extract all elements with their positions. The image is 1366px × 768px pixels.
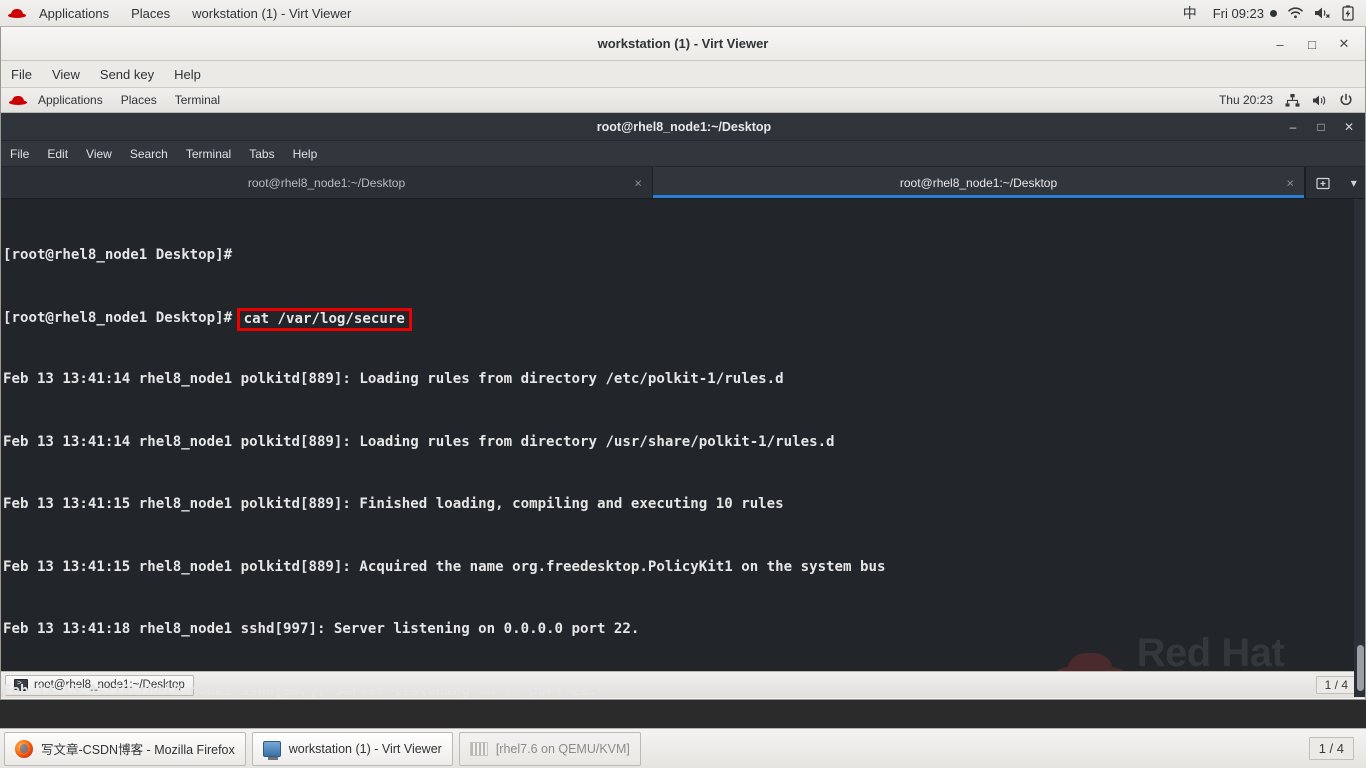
close-button[interactable]: ✕	[1329, 31, 1359, 57]
host-clock[interactable]: Fri 09:23	[1213, 6, 1277, 21]
terminal-minimize-button[interactable]: –	[1279, 115, 1307, 139]
host-task-firefox-label: 写文章-CSDN博客 - Mozilla Firefox	[41, 743, 235, 757]
guest-panel-status-area: Thu 20:23	[1219, 93, 1365, 107]
firefox-icon	[15, 739, 33, 758]
host-taskbar: 写文章-CSDN博客 - Mozilla Firefox workstation…	[0, 728, 1366, 768]
terminal-line: Feb 13 13:41:14 rhel8_node1 polkitd[889]…	[3, 371, 784, 388]
guest-desktop: Applications Places Terminal Thu 20:23 r	[1, 88, 1365, 698]
terminal-tab-2[interactable]: root@rhel8_node1:~/Desktop ×	[653, 167, 1305, 198]
terminal-tab-2-label: root@rhel8_node1:~/Desktop	[899, 175, 1058, 190]
volume-icon[interactable]	[1312, 94, 1327, 107]
vm-icon	[469, 741, 488, 756]
host-task-vm[interactable]: [rhel7.6 on QEMU/KVM]	[458, 731, 641, 766]
virt-viewer-window-controls: – □ ✕	[1265, 27, 1359, 61]
virt-viewer-window: workstation (1) - Virt Viewer – □ ✕ File…	[0, 27, 1366, 700]
highlighted-command: cat /var/log/secure	[236, 307, 412, 331]
terminal-tab-1-close-icon[interactable]: ×	[634, 175, 642, 190]
terminal-text-content: [root@rhel8_node1 Desktop]# [root@rhel8_…	[1, 199, 1365, 697]
terminal-maximize-button[interactable]: □	[1307, 115, 1335, 139]
terminal-menu-terminal[interactable]: Terminal	[177, 141, 240, 167]
host-task-virt-viewer[interactable]: workstation (1) - Virt Viewer	[251, 731, 453, 766]
new-tab-icon[interactable]	[1316, 176, 1330, 190]
terminal-scrollbar-thumb[interactable]	[1357, 645, 1364, 691]
terminal-line: Feb 13 13:41:15 rhel8_node1 polkitd[889]…	[3, 558, 886, 575]
chevron-down-icon[interactable]: ▾	[1351, 176, 1357, 190]
terminal-scrollbar[interactable]	[1354, 199, 1365, 697]
terminal-tab-1-label: root@rhel8_node1:~/Desktop	[247, 175, 406, 190]
terminal-line: Feb 13 13:41:18 rhel8_node1 sshd[997]: S…	[3, 683, 597, 697]
guest-top-panel: Applications Places Terminal Thu 20:23	[1, 88, 1365, 113]
terminal-close-button[interactable]: ✕	[1335, 115, 1363, 139]
terminal-menu-view[interactable]: View	[77, 141, 121, 167]
network-icon[interactable]	[1285, 93, 1300, 107]
gnome-terminal-window: root@rhel8_node1:~/Desktop – □ ✕ File Ed…	[1, 113, 1365, 697]
vv-menu-file[interactable]: File	[1, 61, 42, 88]
wifi-icon[interactable]	[1287, 6, 1304, 20]
maximize-button[interactable]: □	[1297, 31, 1327, 57]
terminal-line: [root@rhel8_node1 Desktop]#	[3, 246, 233, 263]
virt-viewer-title: workstation (1) - Virt Viewer	[597, 36, 769, 51]
terminal-tab-tools: ▾	[1305, 167, 1365, 198]
redhat-hat-icon	[8, 6, 26, 20]
host-task-firefox[interactable]: 写文章-CSDN博客 - Mozilla Firefox	[4, 731, 246, 766]
volume-muted-icon[interactable]	[1314, 6, 1332, 20]
terminal-menu-search[interactable]: Search	[121, 141, 177, 167]
terminal-menu-tabs[interactable]: Tabs	[240, 141, 283, 167]
virt-viewer-menubar: File View Send key Help	[1, 61, 1365, 88]
host-task-vm-label: [rhel7.6 on QEMU/KVM]	[495, 741, 630, 756]
host-top-panel: Applications Places workstation (1) - Vi…	[0, 0, 1366, 27]
vv-menu-help[interactable]: Help	[164, 61, 211, 88]
redhat-hat-icon	[9, 93, 27, 107]
terminal-tab-1[interactable]: root@rhel8_node1:~/Desktop ×	[1, 167, 653, 198]
host-menu-applications[interactable]: Applications	[28, 0, 120, 27]
battery-charging-icon[interactable]	[1342, 5, 1354, 21]
virt-viewer-icon	[262, 740, 281, 760]
terminal-tab-2-close-icon[interactable]: ×	[1286, 175, 1294, 190]
host-panel-status-area: 中 Fri 09:23	[1177, 3, 1366, 23]
host-task-virt-viewer-label: workstation (1) - Virt Viewer	[288, 741, 442, 756]
virt-viewer-titlebar[interactable]: workstation (1) - Virt Viewer – □ ✕	[1, 27, 1365, 61]
shell-prompt: [root@rhel8_node1 Desktop]#	[3, 309, 241, 326]
guest-menu-places[interactable]: Places	[112, 88, 166, 113]
terminal-tab-bar: root@rhel8_node1:~/Desktop × root@rhel8_…	[1, 167, 1365, 199]
terminal-titlebar[interactable]: root@rhel8_node1:~/Desktop – □ ✕	[1, 113, 1365, 141]
terminal-menu-file[interactable]: File	[1, 141, 38, 167]
terminal-line: Feb 13 13:41:18 rhel8_node1 sshd[997]: S…	[3, 620, 640, 637]
host-menu-places[interactable]: Places	[120, 0, 181, 27]
terminal-command-line: [root@rhel8_node1 Desktop]# cat /var/log…	[3, 307, 1365, 331]
guest-clock[interactable]: Thu 20:23	[1219, 93, 1273, 107]
vv-menu-view[interactable]: View	[42, 61, 90, 88]
terminal-output-area[interactable]: Red Hat Enterprise Linux [root@rhel8_nod…	[1, 199, 1365, 697]
terminal-menu-help[interactable]: Help	[284, 141, 327, 167]
terminal-line: Feb 13 13:41:14 rhel8_node1 polkitd[889]…	[3, 433, 835, 450]
terminal-title: root@rhel8_node1:~/Desktop	[596, 119, 772, 134]
guest-menu-terminal[interactable]: Terminal	[166, 88, 229, 113]
minimize-button[interactable]: –	[1265, 31, 1295, 57]
terminal-window-controls: – □ ✕	[1279, 113, 1363, 141]
host-window-label[interactable]: workstation (1) - Virt Viewer	[181, 0, 362, 27]
terminal-line: Feb 13 13:41:15 rhel8_node1 polkitd[889]…	[3, 496, 784, 513]
guest-menu-applications[interactable]: Applications	[29, 88, 112, 113]
ime-indicator[interactable]: 中	[1177, 3, 1203, 23]
terminal-menubar: File Edit View Search Terminal Tabs Help	[1, 141, 1365, 167]
vv-menu-send-key[interactable]: Send key	[90, 61, 164, 88]
power-icon[interactable]	[1339, 93, 1353, 107]
terminal-menu-edit[interactable]: Edit	[38, 141, 77, 167]
host-workspace-pager[interactable]: 1 / 4	[1308, 737, 1354, 760]
